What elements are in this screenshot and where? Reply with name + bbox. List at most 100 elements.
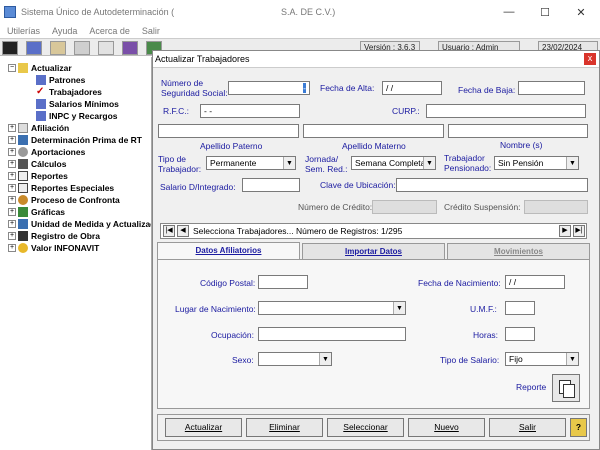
horas-input[interactable] <box>505 327 535 341</box>
expand-icon[interactable]: + <box>8 232 16 240</box>
tree-item-uma[interactable]: + Unidad de Medida y Actualización <box>8 218 151 230</box>
settings-icon[interactable] <box>50 41 66 55</box>
salir-button[interactable]: Salir <box>489 418 566 437</box>
tree-item-confronta[interactable]: + Proceso de Confronta <box>8 194 120 206</box>
collapse-icon[interactable]: − <box>8 64 16 72</box>
expand-icon[interactable]: + <box>8 172 16 180</box>
ocupacion-input[interactable] <box>258 327 406 341</box>
actualizar-button[interactable]: Actualizar <box>165 418 242 437</box>
expand-icon[interactable]: + <box>8 136 16 144</box>
tree-item-registro-obra[interactable]: + Registro de Obra <box>8 230 100 242</box>
tree-item-afiliacion[interactable]: + Afiliación <box>8 122 69 134</box>
fecha-alta-input[interactable]: / / <box>382 81 442 95</box>
expand-icon[interactable]: + <box>8 196 16 204</box>
tab-datos-afiliatorios[interactable]: Datos Afiliatorios <box>157 242 300 259</box>
nss-input[interactable]: - <box>228 81 310 95</box>
lugar-nacimiento-select[interactable]: ▼ <box>258 301 406 315</box>
rfc-label: R.F.C.: <box>163 106 189 116</box>
salario-input[interactable] <box>242 178 300 192</box>
apellido-materno-input[interactable] <box>303 124 444 138</box>
tree-label: Registro de Obra <box>31 231 100 241</box>
tab-movimientos[interactable]: Movimientos <box>447 243 590 259</box>
building-icon[interactable] <box>26 41 42 55</box>
sexo-select[interactable]: ▼ <box>258 352 332 366</box>
fecha-baja-input[interactable] <box>518 81 585 95</box>
menu-acerca[interactable]: Acerca de <box>89 26 130 36</box>
expand-icon[interactable]: + <box>8 244 16 252</box>
maximize-button[interactable]: ☐ <box>528 0 562 24</box>
tipo-salario-select[interactable]: Fijo ▼ <box>505 352 579 366</box>
apellido-paterno-input[interactable] <box>158 124 299 138</box>
tree-item-actualizar[interactable]: − Actualizar <box>8 62 72 74</box>
fecha-alta-label: Fecha de Alta: <box>320 83 375 93</box>
chevron-down-icon[interactable]: ▼ <box>319 353 331 365</box>
tree-item-reportes[interactable]: + Reportes <box>8 170 68 182</box>
tab-importar-datos[interactable]: Importar Datos <box>302 243 445 259</box>
report-icon <box>18 183 28 193</box>
chevron-down-icon[interactable]: ▼ <box>423 157 435 169</box>
tree-item-inpc[interactable]: INPC y Recargos <box>36 110 118 122</box>
expand-icon[interactable]: + <box>8 160 16 168</box>
seleccionar-button[interactable]: Seleccionar <box>327 418 404 437</box>
fecha-nacimiento-input[interactable]: / / <box>505 275 565 289</box>
tipo-trabajador-value: Permanente <box>210 158 257 168</box>
menu-salir[interactable]: Salir <box>142 26 160 36</box>
next-record-button[interactable]: ▶ <box>559 225 571 237</box>
eliminar-button[interactable]: Eliminar <box>246 418 323 437</box>
umf-input[interactable] <box>505 301 535 315</box>
tree-item-graficas[interactable]: + Gráficas <box>8 206 65 218</box>
tree-item-salarios[interactable]: Salarios Mínimos <box>36 98 119 110</box>
reporte-button[interactable] <box>552 374 580 402</box>
tree-item-reportes-especiales[interactable]: + Reportes Especiales <box>8 182 114 194</box>
expand-icon[interactable]: + <box>8 148 16 156</box>
menu-ayuda[interactable]: Ayuda <box>52 26 77 36</box>
tipo-trabajador-select[interactable]: Permanente ▼ <box>206 156 296 170</box>
tipo-trabajador-label-1: Tipo de <box>158 154 187 164</box>
document-icon <box>18 123 28 133</box>
expand-icon[interactable]: + <box>8 208 16 216</box>
tree-label: Patrones <box>49 75 86 85</box>
credito-suspension-input[interactable] <box>524 200 588 214</box>
building-icon <box>36 99 46 109</box>
rfc-input[interactable]: - - <box>200 104 300 118</box>
search-icon[interactable] <box>2 41 18 55</box>
previous-record-button[interactable]: ◀ <box>177 225 189 237</box>
eraser-icon[interactable] <box>98 41 114 55</box>
numero-credito-input[interactable] <box>372 200 437 214</box>
first-record-button[interactable]: |◀ <box>163 225 175 237</box>
apellido-materno-label: Apellido Materno <box>342 141 406 151</box>
chevron-down-icon[interactable]: ▼ <box>283 157 295 169</box>
curp-input[interactable] <box>426 104 586 118</box>
close-window-button[interactable]: ✕ <box>564 0 598 24</box>
tree-item-patrones[interactable]: Patrones <box>36 74 85 86</box>
jornada-select[interactable]: Semana Completa ▼ <box>351 156 436 170</box>
save-icon[interactable] <box>74 41 90 55</box>
fecha-nacimiento-label: Fecha de Nacimiento: <box>418 278 501 288</box>
tree-item-aportaciones[interactable]: + Aportaciones <box>8 146 85 158</box>
chevron-down-icon[interactable]: ▼ <box>566 353 578 365</box>
pensionado-label-2: Pensionado: <box>444 163 492 173</box>
expand-icon[interactable]: + <box>8 124 16 132</box>
tree-item-prima-rt[interactable]: + Determinación Prima de RT <box>8 134 142 146</box>
tree-item-infonavit[interactable]: + Valor INFONAVIT <box>8 242 99 254</box>
tree-item-calculos[interactable]: + Cálculos <box>8 158 66 170</box>
users-icon[interactable] <box>122 41 138 55</box>
last-record-button[interactable]: ▶| <box>573 225 585 237</box>
credito-suspension-label: Crédito Suspensión: <box>444 202 521 212</box>
nuevo-button[interactable]: Nuevo <box>408 418 485 437</box>
chevron-down-icon[interactable]: ▼ <box>393 302 405 314</box>
expand-icon[interactable]: + <box>8 220 16 228</box>
tree-label: Trabajadores <box>49 87 102 97</box>
dialog-close-button[interactable]: x <box>584 53 596 65</box>
nombres-input[interactable] <box>448 124 588 138</box>
menu-utilerias[interactable]: Utilerías <box>7 26 40 36</box>
expand-icon[interactable]: + <box>8 184 16 192</box>
grid-icon <box>18 135 28 145</box>
codigo-postal-input[interactable] <box>258 275 308 289</box>
help-button[interactable]: ? <box>570 418 587 437</box>
pensionado-select[interactable]: Sin Pensión ▼ <box>494 156 579 170</box>
chevron-down-icon[interactable]: ▼ <box>566 157 578 169</box>
tree-item-trabajadores[interactable]: ✓ Trabajadores <box>36 86 102 98</box>
minimize-button[interactable]: — <box>492 0 526 24</box>
clave-ubicacion-input[interactable] <box>396 178 588 192</box>
